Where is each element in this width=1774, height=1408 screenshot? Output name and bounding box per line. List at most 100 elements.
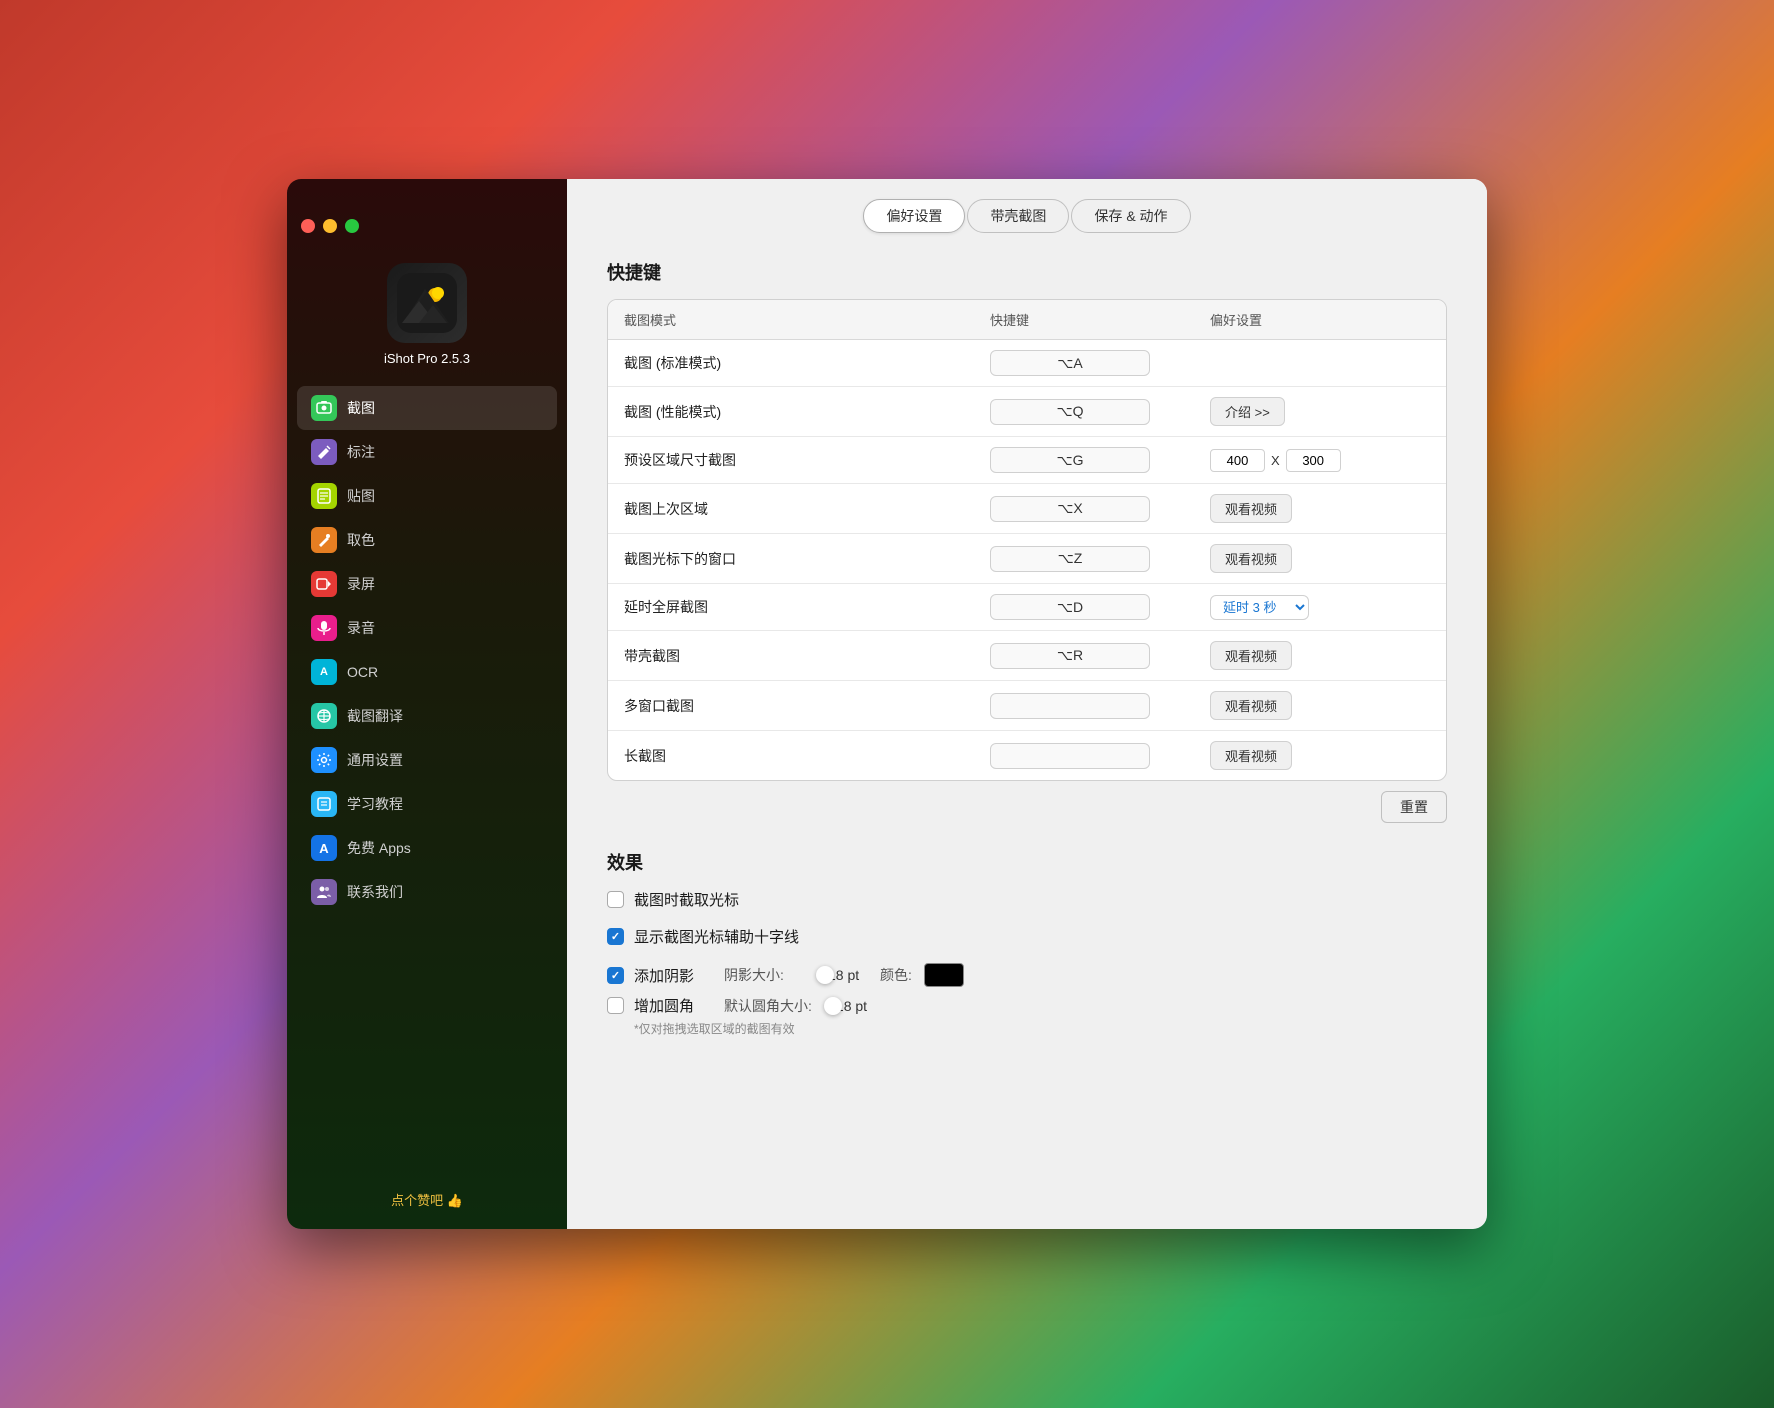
sidebar-item-label-record-screen: 录屏 <box>347 574 375 594</box>
effect-label-rounded: 增加圆角 <box>634 995 694 1016</box>
sidebar-item-color-picker[interactable]: 取色 <box>297 518 557 562</box>
pref-btn-video-6[interactable]: 观看视频 <box>1210 641 1292 670</box>
app-name: iShot Pro 2.5.3 <box>384 351 470 366</box>
color-label: 颜色: <box>880 965 912 985</box>
row-pref-6: 观看视频 <box>1210 641 1430 670</box>
rounded-slider-label: 默认圆角大小: <box>724 996 812 1016</box>
row-mode-5: 延时全屏截图 <box>624 597 990 617</box>
shadow-slider-thumb[interactable] <box>816 966 834 984</box>
sidebar-footer[interactable]: 点个赞吧 👍 <box>371 1170 483 1229</box>
effects-section-title: 效果 <box>607 849 1447 875</box>
row-mode-6: 带壳截图 <box>624 646 990 666</box>
screenshot-translate-icon <box>311 703 337 729</box>
shortcuts-table: 截图模式 快捷键 偏好设置 截图 (标准模式) 截图 (性能模式) <box>607 299 1447 781</box>
sidebar-item-label-screenshot-translate: 截图翻译 <box>347 706 403 726</box>
rounded-slider-thumb[interactable] <box>824 997 842 1015</box>
sidebar-item-label-free-apps: 免费 Apps <box>347 838 411 858</box>
pref-btn-video-8[interactable]: 观看视频 <box>1210 741 1292 770</box>
maximize-button[interactable] <box>345 219 359 233</box>
rounded-note: *仅对拖拽选取区域的截图有效 <box>634 1020 1447 1037</box>
shortcut-input-6[interactable] <box>990 643 1150 669</box>
table-row: 多窗口截图 观看视频 <box>608 681 1446 731</box>
nav-list: 截图 标注 贴图 取色 <box>287 386 567 1170</box>
sidebar-item-label-screenshot: 截图 <box>347 398 375 418</box>
delay-select[interactable]: 延时 3 秒 延时 5 秒 延时 10 秒 <box>1210 595 1309 620</box>
annotate-icon <box>311 439 337 465</box>
row-shortcut-2 <box>990 447 1210 473</box>
row-shortcut-3 <box>990 496 1210 522</box>
reset-button[interactable]: 重置 <box>1381 791 1447 823</box>
sidebar-item-screenshot-translate[interactable]: 截图翻译 <box>297 694 557 738</box>
shortcut-input-5[interactable] <box>990 594 1150 620</box>
effect-row-show-crosshair: 显示截图光标辅助十字线 <box>607 926 1447 947</box>
shortcut-input-3[interactable] <box>990 496 1150 522</box>
sidebar-item-ocr[interactable]: A OCR <box>297 650 557 694</box>
checkbox-capture-cursor[interactable] <box>607 891 624 908</box>
minimize-button[interactable] <box>323 219 337 233</box>
row-pref-3: 观看视频 <box>1210 494 1430 523</box>
col-header-shortcut: 快捷键 <box>990 310 1210 329</box>
table-row: 截图光标下的窗口 观看视频 <box>608 534 1446 584</box>
checkbox-shadow[interactable] <box>607 967 624 984</box>
row-mode-7: 多窗口截图 <box>624 696 990 716</box>
row-pref-2: X <box>1210 449 1430 472</box>
app-icon <box>387 263 467 343</box>
rounded-slider-value: 18 pt <box>836 998 876 1014</box>
screenshot-icon <box>311 395 337 421</box>
sidebar-item-contact-us[interactable]: 联系我们 <box>297 870 557 914</box>
sidebar-item-free-apps[interactable]: A 免费 Apps <box>297 826 557 870</box>
table-header: 截图模式 快捷键 偏好设置 <box>608 300 1446 340</box>
sidebar-item-label-record-audio: 录音 <box>347 618 375 638</box>
sidebar-item-label-general-settings: 通用设置 <box>347 750 403 770</box>
sidebar-item-annotate[interactable]: 标注 <box>297 430 557 474</box>
size-input-height[interactable] <box>1286 449 1341 472</box>
table-row: 延时全屏截图 延时 3 秒 延时 5 秒 延时 10 秒 <box>608 584 1446 631</box>
close-button[interactable] <box>301 219 315 233</box>
checkbox-rounded[interactable] <box>607 997 624 1014</box>
sidebar-item-sticker[interactable]: 贴图 <box>297 474 557 518</box>
pref-btn-video-4[interactable]: 观看视频 <box>1210 544 1292 573</box>
row-shortcut-6 <box>990 643 1210 669</box>
rounded-value-unit: pt <box>855 998 867 1014</box>
row-pref-5: 延时 3 秒 延时 5 秒 延时 10 秒 <box>1210 595 1430 620</box>
shortcut-input-7[interactable] <box>990 693 1150 719</box>
sidebar-item-label-ocr: OCR <box>347 664 378 680</box>
effect-label-show-crosshair: 显示截图光标辅助十字线 <box>634 926 799 947</box>
shortcut-input-2[interactable] <box>990 447 1150 473</box>
effect-row-rounded: 增加圆角 默认圆角大小: 18 pt <box>607 995 1447 1037</box>
sidebar-item-screenshot[interactable]: 截图 <box>297 386 557 430</box>
shortcut-input-8[interactable] <box>990 743 1150 769</box>
shortcut-input-4[interactable] <box>990 546 1150 572</box>
row-mode-0: 截图 (标准模式) <box>624 353 990 373</box>
row-shortcut-4 <box>990 546 1210 572</box>
row-mode-8: 长截图 <box>624 746 990 766</box>
row-shortcut-1 <box>990 399 1210 425</box>
size-input-width[interactable] <box>1210 449 1265 472</box>
free-apps-icon: A <box>311 835 337 861</box>
tab-shell-screenshot[interactable]: 带壳截图 <box>967 199 1069 233</box>
row-shortcut-0 <box>990 350 1210 376</box>
shortcut-input-0[interactable] <box>990 350 1150 376</box>
pref-btn-intro[interactable]: 介绍 >> <box>1210 397 1285 426</box>
app-icon-container: iShot Pro 2.5.3 <box>384 263 470 366</box>
col-header-pref: 偏好设置 <box>1210 310 1430 329</box>
table-row: 截图 (标准模式) <box>608 340 1446 387</box>
sidebar-item-label-color-picker: 取色 <box>347 530 375 550</box>
tab-save-action[interactable]: 保存 & 动作 <box>1071 199 1190 233</box>
sidebar-item-record-screen[interactable]: 录屏 <box>297 562 557 606</box>
tab-bar: 偏好设置 带壳截图 保存 & 动作 <box>567 179 1487 249</box>
shadow-color-swatch[interactable] <box>924 963 964 987</box>
tab-preferences[interactable]: 偏好设置 <box>863 199 965 233</box>
pref-btn-video-3[interactable]: 观看视频 <box>1210 494 1292 523</box>
table-row: 预设区域尺寸截图 X <box>608 437 1446 484</box>
shadow-slider-label: 阴影大小: <box>724 965 804 985</box>
shortcut-input-1[interactable] <box>990 399 1150 425</box>
sidebar-item-learn-tutorial[interactable]: 学习教程 <box>297 782 557 826</box>
row-shortcut-7 <box>990 693 1210 719</box>
sidebar-item-general-settings[interactable]: 通用设置 <box>297 738 557 782</box>
sidebar-item-label-contact-us: 联系我们 <box>347 882 403 902</box>
sidebar-item-record-audio[interactable]: 录音 <box>297 606 557 650</box>
checkbox-show-crosshair[interactable] <box>607 928 624 945</box>
pref-btn-video-7[interactable]: 观看视频 <box>1210 691 1292 720</box>
effect-row-capture-cursor: 截图时截取光标 <box>607 889 1447 910</box>
